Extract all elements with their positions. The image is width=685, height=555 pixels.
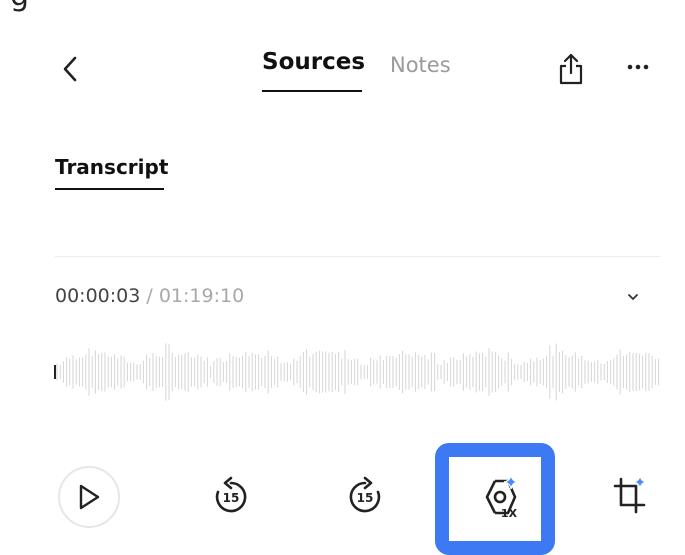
more-icon [627, 64, 649, 70]
divider [55, 256, 660, 257]
crop-sparkle-icon [613, 475, 647, 514]
rewind-15-label: 15 [223, 491, 240, 505]
play-button[interactable] [58, 466, 120, 528]
chevron-left-icon [63, 56, 77, 82]
playback-speed-button[interactable]: 1X [475, 473, 523, 525]
crop-button[interactable] [612, 475, 648, 515]
player-panel: Sources Notes Transcript 00:00:03 / 01:1… [15, 15, 685, 555]
chevron-down-icon [628, 294, 638, 300]
rewind-15-button[interactable]: 15 [211, 475, 251, 519]
tab-transcript[interactable]: Transcript [55, 155, 168, 179]
share-button[interactable] [553, 49, 589, 89]
tab-notes[interactable]: Notes [390, 53, 451, 77]
current-time: 00:00:03 [55, 285, 141, 307]
active-tab-indicator [262, 90, 362, 92]
share-icon [559, 53, 583, 85]
rewind-15-icon: 15 [215, 476, 247, 513]
time-separator: / [140, 285, 159, 307]
speed-label: 1X [501, 507, 518, 520]
forward-15-icon: 15 [349, 476, 381, 513]
more-button[interactable] [620, 55, 656, 79]
transcript-tab-indicator [55, 188, 164, 190]
forward-15-label: 15 [357, 491, 374, 505]
expand-button[interactable] [623, 287, 643, 307]
play-icon [79, 484, 100, 510]
forward-15-button[interactable]: 15 [345, 475, 385, 519]
clipped-text: g [10, 0, 29, 13]
tab-sources[interactable]: Sources [262, 49, 365, 75]
audio-waveform[interactable] [53, 327, 661, 417]
playback-controls: 15 15 1X [15, 435, 685, 555]
back-button[interactable] [53, 51, 89, 87]
top-bar: Sources Notes [15, 15, 685, 95]
speed-sparkle-icon: 1X [485, 474, 519, 520]
total-time: 01:19:10 [158, 285, 245, 307]
playback-time: 00:00:03 / 01:19:10 [55, 285, 244, 307]
